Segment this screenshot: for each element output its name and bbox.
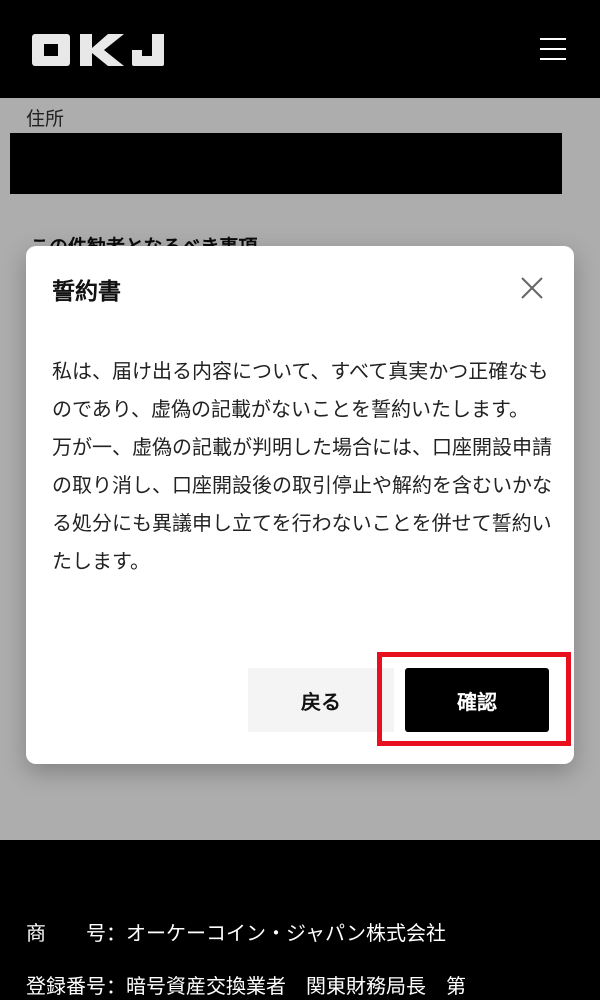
footer-registration: 登録番号：暗号資産交換業者 関東財務局長 第 — [26, 974, 466, 998]
dialog-title: 誓約書 — [52, 279, 121, 305]
confirm-highlight-box — [377, 652, 571, 746]
footer-trade-name: 商 号：オーケーコイン・ジャパン株式会社 — [26, 921, 446, 945]
site-footer: 商 号：オーケーコイン・ジャパン株式会社 登録番号：暗号資産交換業者 関東財務局… — [0, 840, 600, 1000]
menu-line — [540, 38, 566, 40]
back-button[interactable]: 戻る — [248, 668, 394, 732]
dialog-body: 私は、届け出る内容について、すべて真実かつ正確なものであり、虚偽の記載がないこと… — [52, 352, 552, 580]
hamburger-menu-icon[interactable] — [540, 38, 566, 60]
okj-logo[interactable] — [32, 29, 166, 69]
close-icon[interactable] — [520, 276, 544, 300]
menu-line — [540, 48, 566, 50]
menu-line — [540, 58, 566, 60]
okj-logo-mark — [32, 34, 164, 66]
app-header — [0, 0, 600, 98]
pledge-paragraph: 万が一、虚偽の記載が判明した場合には、口座開設申請の取り消し、口座開設後の取引停… — [52, 435, 552, 573]
pledge-paragraph: 私は、届け出る内容について、すべて真実かつ正確なものであり、虚偽の記載がないこと… — [52, 359, 549, 421]
